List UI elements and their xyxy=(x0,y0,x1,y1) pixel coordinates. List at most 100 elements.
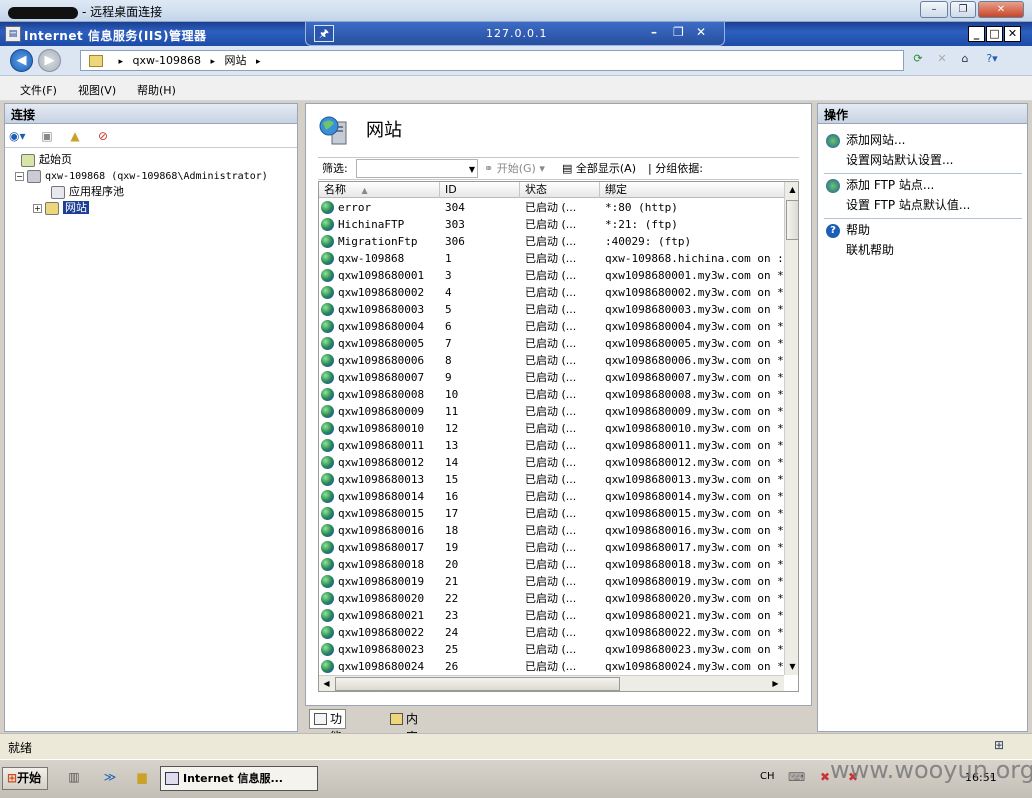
table-row[interactable]: qxw1098680023 25 已启动 (... qxw1098680023.my3… xyxy=(319,641,784,658)
sites-rows: error 304 已启动 (... *:80 (http) HichinaFTP 303… xyxy=(319,199,784,675)
table-row[interactable]: qxw1098680007 9 已启动 (... qxw1098680007.my3w… xyxy=(319,369,784,386)
table-row[interactable]: qxw1098680009 11 已启动 (... qxw1098680009.my3… xyxy=(319,403,784,420)
table-row[interactable]: qxw1098680004 6 已启动 (... qxw1098680004.my3w… xyxy=(319,318,784,335)
scroll-up-icon[interactable]: ▲ xyxy=(786,182,798,197)
menu-file[interactable]: 文件(F) xyxy=(20,82,57,98)
pin-icon[interactable]: 🖈 xyxy=(314,25,334,42)
hscroll-thumb[interactable] xyxy=(335,677,620,691)
help-link[interactable]: ? 帮助 xyxy=(826,221,870,239)
table-row[interactable]: qxw1098680008 10 已启动 (... qxw1098680008.my3… xyxy=(319,386,784,403)
scroll-down-icon[interactable]: ▼ xyxy=(786,659,798,674)
table-row[interactable]: qxw1098680013 15 已启动 (... qxw1098680013.my3… xyxy=(319,471,784,488)
scroll-right-icon[interactable]: ▶ xyxy=(768,677,783,691)
collapse-icon[interactable]: − xyxy=(15,171,24,181)
tab-features-view[interactable]: 功能视图 xyxy=(309,709,347,780)
table-row[interactable]: qxw1098680011 13 已启动 (... qxw1098680011.my3… xyxy=(319,437,784,454)
show-all-button[interactable]: ▤ 全部显示(A) xyxy=(562,158,636,179)
column-status[interactable]: 状态 xyxy=(520,182,600,198)
cell-name: qxw1098680011 xyxy=(319,437,440,454)
table-row[interactable]: qxw1098680010 12 已启动 (... qxw1098680010.my3… xyxy=(319,420,784,437)
refresh-icon[interactable]: ⟳ xyxy=(908,51,928,69)
up-level-icon[interactable]: ▲ xyxy=(67,128,83,144)
explorer-icon[interactable]: ▆ xyxy=(134,770,150,786)
table-row[interactable]: qxw1098680003 5 已启动 (... qxw1098680003.my3w… xyxy=(319,301,784,318)
disconnect-icon[interactable]: ⊘ xyxy=(95,128,111,144)
language-indicator[interactable]: CH xyxy=(760,771,775,782)
powershell-icon[interactable]: ≫ xyxy=(102,770,118,786)
table-row[interactable]: qxw1098680024 26 已启动 (... qxw1098680024.my3… xyxy=(319,658,784,675)
table-row[interactable]: qxw1098680001 3 已启动 (... qxw1098680001.my3w… xyxy=(319,267,784,284)
add-site-link[interactable]: 添加网站... xyxy=(826,131,905,149)
rdp-close-button[interactable]: ✕ xyxy=(978,1,1024,18)
save-icon[interactable]: ▣ xyxy=(39,128,55,144)
menu-view[interactable]: 视图(V) xyxy=(78,82,116,98)
table-row[interactable]: qxw1098680015 17 已启动 (... qxw1098680015.my3… xyxy=(319,505,784,522)
breadcrumb-separator[interactable]: ▸ xyxy=(210,57,215,67)
breadcrumb[interactable]: ▸ qxw-109868 ▸ 网站 ▸ xyxy=(80,50,904,71)
breadcrumb-server[interactable]: qxw-109868 xyxy=(133,54,201,67)
back-button[interactable]: ◀ xyxy=(10,49,33,72)
server-manager-icon[interactable]: ▥ xyxy=(66,770,82,786)
breadcrumb-sites[interactable]: 网站 xyxy=(225,54,247,67)
vertical-scrollbar[interactable]: ▲ ▼ xyxy=(784,182,798,675)
table-row[interactable]: qxw1098680016 18 已启动 (... qxw1098680016.my3… xyxy=(319,522,784,539)
site-defaults-link[interactable]: 设置网站默认设置... xyxy=(846,151,953,169)
table-row[interactable]: qxw1098680002 4 已启动 (... qxw1098680002.my3w… xyxy=(319,284,784,301)
scroll-thumb[interactable] xyxy=(786,200,798,240)
table-row[interactable]: qxw1098680012 14 已启动 (... qxw1098680012.my3… xyxy=(319,454,784,471)
tree-app-pools[interactable]: 应用程序池 xyxy=(51,184,124,200)
tree-start-page[interactable]: 起始页 xyxy=(21,152,72,168)
tab-content-view[interactable]: 内容视图 xyxy=(385,709,422,780)
rdp-bar-restore-button[interactable]: ❐ xyxy=(673,25,684,39)
iis-minimize-button[interactable]: _ xyxy=(968,26,985,42)
tree-sites[interactable]: + 网站 xyxy=(33,200,89,216)
keyboard-icon[interactable]: ⌨ xyxy=(788,770,805,784)
column-id[interactable]: ID xyxy=(440,182,520,198)
rdp-restore-button[interactable]: ❐ xyxy=(950,1,976,18)
table-row[interactable]: qxw1098680005 7 已启动 (... qxw1098680005.my3w… xyxy=(319,335,784,352)
add-ftp-icon xyxy=(826,178,840,193)
online-help-link[interactable]: 联机帮助 xyxy=(846,241,894,259)
column-binding[interactable]: 绑定 xyxy=(600,182,784,198)
horizontal-scrollbar[interactable]: ◀ ▶ xyxy=(319,675,784,691)
help-dropdown-icon[interactable]: ?▾ xyxy=(982,51,1002,69)
menu-help[interactable]: 帮助(H) xyxy=(137,82,176,98)
table-row[interactable]: qxw-109868 1 已启动 (... qxw-109868.hichina.co… xyxy=(319,250,784,267)
filter-dropdown-icon[interactable]: ▼ xyxy=(466,159,478,178)
table-row[interactable]: qxw1098680017 19 已启动 (... qxw1098680017.my3… xyxy=(319,539,784,556)
stop-icon[interactable]: ✕ xyxy=(932,51,952,69)
tree-server[interactable]: − qxw-109868 (qxw-109868\Administrator) xyxy=(15,168,268,184)
table-row[interactable]: qxw1098680020 22 已启动 (... qxw1098680020.my3… xyxy=(319,590,784,607)
scroll-left-icon[interactable]: ◀ xyxy=(319,677,334,691)
taskbar-iis-button[interactable]: Internet 信息服... xyxy=(160,766,318,791)
network-error-icon[interactable]: ✖ xyxy=(820,770,830,784)
table-row[interactable]: MigrationFtp 306 已启动 (...:40029: (ftp) xyxy=(319,233,784,250)
filter-go-button[interactable]: ⚭ 开始(G) ▾ xyxy=(484,158,545,179)
filter-input[interactable] xyxy=(356,159,478,178)
table-row[interactable]: qxw1098680021 23 已启动 (... qxw1098680021.my3… xyxy=(319,607,784,624)
ftp-defaults-link[interactable]: 设置 FTP 站点默认值... xyxy=(846,196,970,214)
forward-button[interactable]: ▶ xyxy=(38,49,61,72)
table-row[interactable]: qxw1098680022 24 已启动 (... qxw1098680022.my3… xyxy=(319,624,784,641)
home-icon[interactable]: ⌂ xyxy=(955,51,975,69)
add-ftp-link[interactable]: 添加 FTP 站点... xyxy=(826,176,934,194)
breadcrumb-separator[interactable]: ▸ xyxy=(119,57,124,67)
rdp-minimize-button[interactable]: – xyxy=(920,1,948,18)
breadcrumb-separator[interactable]: ▸ xyxy=(256,57,261,67)
rdp-host-ip: 127.0.0.1 xyxy=(486,27,548,40)
iis-close-button[interactable]: ✕ xyxy=(1004,26,1021,42)
rdp-bar-minimize-button[interactable]: – xyxy=(651,25,657,39)
start-button[interactable]: ⊞开始 xyxy=(2,767,48,790)
table-row[interactable]: HichinaFTP 303 已启动 (... *:21: (ftp) xyxy=(319,216,784,233)
table-row[interactable]: qxw1098680014 16 已启动 (... qxw1098680014.my3… xyxy=(319,488,784,505)
expand-icon[interactable]: + xyxy=(33,203,42,213)
rdp-bar-close-button[interactable]: ✕ xyxy=(696,25,706,39)
connect-icon[interactable]: ◉▾ xyxy=(9,128,26,144)
column-name[interactable]: 名称 ▲ xyxy=(319,182,440,198)
table-row[interactable]: qxw1098680006 8 已启动 (... qxw1098680006.my3w… xyxy=(319,352,784,369)
group-by-label[interactable]: | 分组依据: xyxy=(648,158,703,179)
table-row[interactable]: qxw1098680019 21 已启动 (... qxw1098680019.my3… xyxy=(319,573,784,590)
table-row[interactable]: qxw1098680018 20 已启动 (... qxw1098680018.my3… xyxy=(319,556,784,573)
table-row[interactable]: error 304 已启动 (... *:80 (http) xyxy=(319,199,784,216)
iis-maximize-button[interactable]: □ xyxy=(986,26,1003,42)
